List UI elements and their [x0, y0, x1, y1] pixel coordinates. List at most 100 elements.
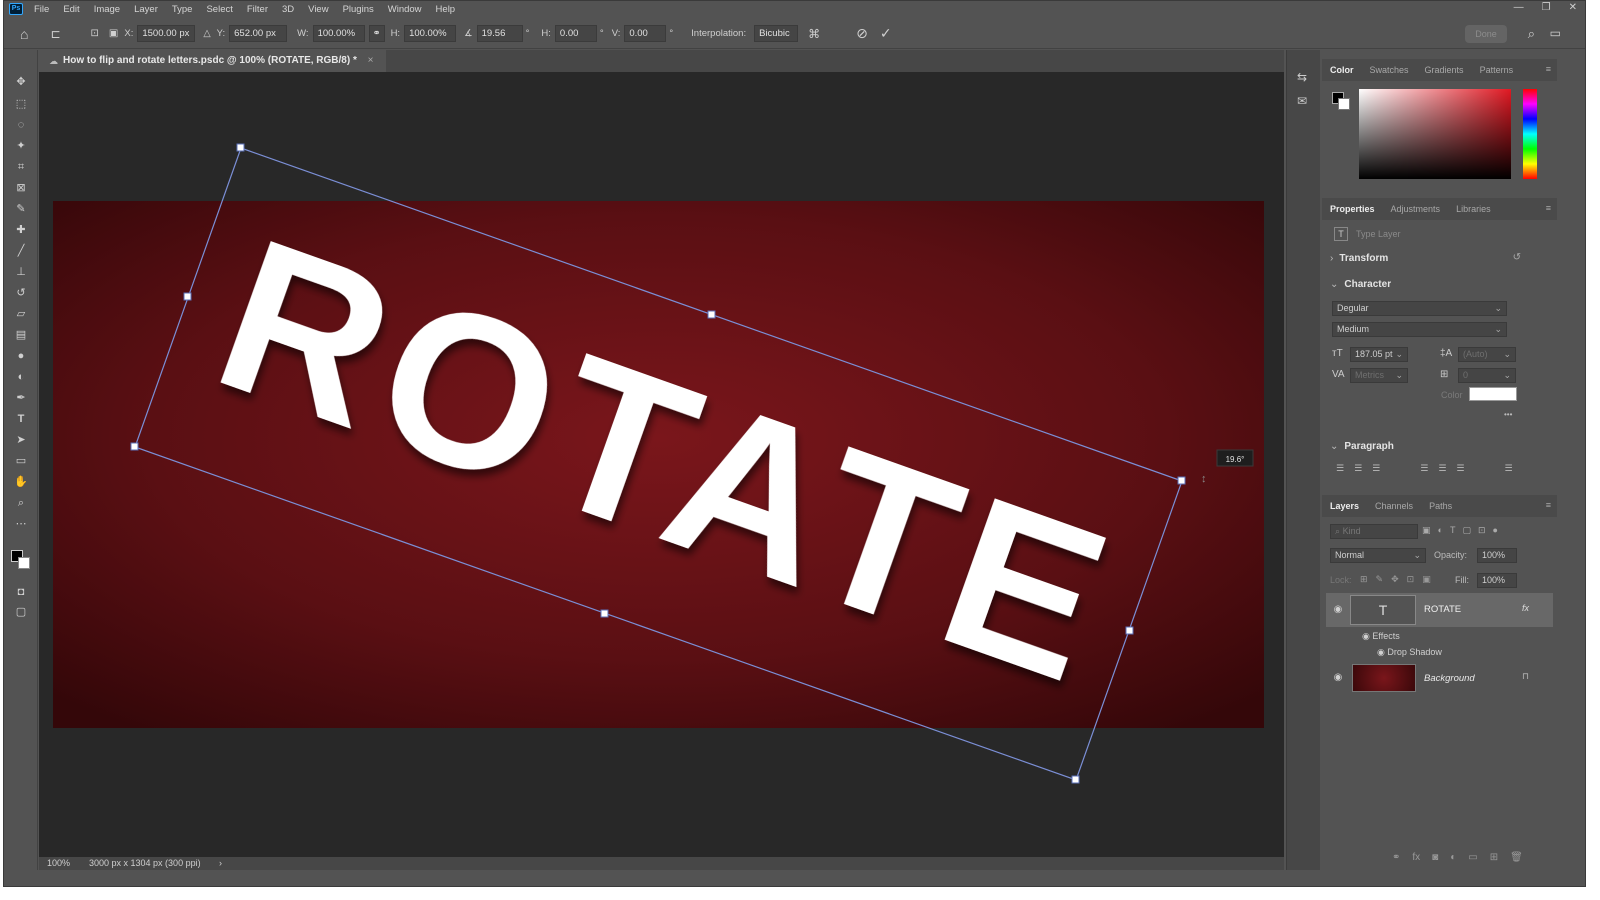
eye-icon[interactable]: ◉ [1362, 631, 1370, 641]
menu-layer[interactable]: Layer [127, 4, 165, 15]
zoom-level[interactable]: 100% [47, 857, 70, 870]
warp-icon[interactable]: ⌘ [808, 27, 820, 41]
gradient-tool-icon[interactable]: ▤ [13, 327, 29, 343]
clone-stamp-tool-icon[interactable]: ⊥ [13, 264, 29, 280]
layer-name-background[interactable]: Background [1424, 673, 1475, 684]
delete-layer-icon[interactable]: 🗑 [1510, 852, 1523, 863]
filter-toggle-icon[interactable]: ● [1493, 525, 1498, 536]
reference-point-toggle-icon[interactable]: ▣ [109, 28, 118, 39]
filter-type-icon[interactable]: T [1450, 525, 1456, 536]
opacity-field[interactable]: 100% [1477, 548, 1517, 563]
screen-mode-icon[interactable]: ▢ [13, 604, 29, 620]
transform-handle-top-right[interactable] [1177, 476, 1186, 485]
width-field[interactable]: 100.00% [312, 25, 365, 42]
close-icon[interactable]: ✕ [1569, 2, 1577, 13]
commit-transform-icon[interactable]: ✓ [880, 25, 892, 42]
hand-tool-icon[interactable]: ✋ [13, 474, 29, 490]
type-tool-icon[interactable]: T [13, 411, 29, 427]
add-style-icon[interactable]: fx [1412, 852, 1420, 863]
menu-edit[interactable]: Edit [56, 4, 86, 15]
text-color-swatch[interactable] [1469, 387, 1517, 401]
tab-adjustments[interactable]: Adjustments [1383, 204, 1449, 214]
tab-layers[interactable]: Layers [1322, 501, 1367, 511]
search-icon[interactable]: ⌕ [1528, 26, 1535, 42]
layer-effects-row[interactable]: ◉ Effects [1362, 631, 1400, 642]
menu-plugins[interactable]: Plugins [336, 4, 381, 15]
menu-filter[interactable]: Filter [240, 4, 275, 15]
tab-patterns[interactable]: Patterns [1472, 65, 1522, 75]
move-tool-icon[interactable]: ✥ [13, 74, 29, 90]
x-position-field[interactable]: 1500.00 px [137, 25, 196, 42]
close-tab-icon[interactable]: × [368, 55, 374, 66]
menu-window[interactable]: Window [381, 4, 429, 15]
tab-gradients[interactable]: Gradients [1417, 65, 1472, 75]
font-style-select[interactable]: Medium ⌄ [1332, 322, 1507, 337]
justify-center-icon[interactable]: ☰ [1438, 463, 1446, 474]
blur-tool-icon[interactable]: ● [13, 348, 29, 364]
done-button[interactable]: Done [1465, 25, 1507, 43]
color-panel-menu-icon[interactable]: ≡ [1546, 64, 1551, 74]
tab-properties[interactable]: Properties [1322, 204, 1383, 214]
path-selection-tool-icon[interactable]: ➤ [13, 432, 29, 448]
menu-help[interactable]: Help [429, 4, 463, 15]
add-mask-icon[interactable]: ◙ [1432, 852, 1438, 863]
transform-handle-bottom-left[interactable] [130, 442, 139, 451]
tab-swatches[interactable]: Swatches [1362, 65, 1417, 75]
layers-panel-menu-icon[interactable]: ≡ [1546, 500, 1551, 510]
eraser-tool-icon[interactable]: ▱ [13, 306, 29, 322]
tab-paths[interactable]: Paths [1421, 501, 1460, 511]
hue-slider[interactable] [1523, 89, 1537, 179]
justify-all-icon[interactable]: ☰ [1504, 463, 1512, 474]
h-skew-field[interactable]: 0.00 [554, 25, 597, 42]
interpolation-select[interactable]: Bicubic [754, 25, 799, 42]
eye-icon[interactable]: ◉ [1377, 647, 1385, 657]
drop-shadow-effect-row[interactable]: ◉ Drop Shadow [1377, 647, 1442, 658]
lock-position-icon[interactable]: ✥ [1391, 574, 1399, 585]
new-group-icon[interactable]: ▭ [1468, 852, 1477, 863]
properties-panel-menu-icon[interactable]: ≡ [1546, 203, 1551, 213]
y-position-field[interactable]: 652.00 px [229, 25, 288, 42]
tab-color[interactable]: Color [1322, 65, 1362, 75]
lock-image-icon[interactable]: ✎ [1376, 574, 1384, 585]
reset-transform-icon[interactable]: ↺ [1513, 252, 1521, 263]
rotation-angle-field[interactable]: 19.56 [476, 25, 523, 42]
height-field[interactable]: 100.00% [404, 25, 457, 42]
align-center-icon[interactable]: ☰ [1354, 463, 1362, 474]
paragraph-section[interactable]: ⌄ Paragraph [1330, 441, 1394, 452]
dodge-tool-icon[interactable]: ◐ [13, 369, 29, 385]
edit-toolbar-icon[interactable]: ⋯ [13, 516, 29, 532]
background-color-swatch[interactable] [18, 557, 30, 569]
transform-section[interactable]: › Transform [1330, 253, 1388, 264]
document-tab[interactable]: ☁ How to flip and rotate letters.psdc @ … [39, 50, 386, 72]
crop-tool-icon[interactable]: ⌗ [13, 159, 29, 175]
reference-point-icon[interactable]: ⊡ [91, 28, 99, 39]
healing-brush-tool-icon[interactable]: ✚ [13, 222, 29, 238]
transform-handle-bottom-right[interactable] [1071, 775, 1080, 784]
history-panel-icon[interactable]: ⇆ [1297, 70, 1307, 84]
layer-filter-kind-select[interactable]: ⌕ Kind [1330, 524, 1418, 539]
quick-mask-icon[interactable]: ◘ [13, 584, 29, 600]
rectangle-tool-icon[interactable]: ▭ [13, 453, 29, 469]
fill-field[interactable]: 100% [1477, 573, 1517, 588]
menu-file[interactable]: File [27, 4, 56, 15]
more-options-icon[interactable]: ••• [1504, 410, 1512, 419]
layer-name-rotate[interactable]: ROTATE [1424, 604, 1461, 615]
brush-tool-icon[interactable]: ╱ [13, 243, 29, 259]
document-canvas[interactable]: ROTATE 19.6° ↕ [39, 72, 1284, 857]
tracking-field[interactable]: 0 ⌄ [1458, 368, 1516, 383]
font-family-select[interactable]: Degular ⌄ [1332, 301, 1507, 316]
tool-preset-icon[interactable]: ⊏ [50, 27, 60, 41]
v-skew-field[interactable]: 0.00 [624, 25, 667, 42]
status-expand-icon[interactable]: › [219, 857, 222, 870]
comments-panel-icon[interactable]: ✉ [1297, 94, 1307, 108]
canvas-pasteboard[interactable]: ROTATE 19.6° ↕ [39, 72, 1284, 857]
lock-all-icon[interactable]: ▣ [1422, 574, 1431, 585]
menu-3d[interactable]: 3D [275, 4, 301, 15]
menu-view[interactable]: View [301, 4, 335, 15]
transform-handle-left[interactable] [183, 292, 192, 301]
character-section[interactable]: ⌄ Character [1330, 279, 1391, 290]
filter-adjustment-icon[interactable]: ◐ [1438, 525, 1443, 536]
kerning-field[interactable]: Metrics ⌄ [1350, 368, 1408, 383]
transform-handle-right[interactable] [1125, 626, 1134, 635]
lasso-tool-icon[interactable]: ◌ [13, 117, 29, 133]
